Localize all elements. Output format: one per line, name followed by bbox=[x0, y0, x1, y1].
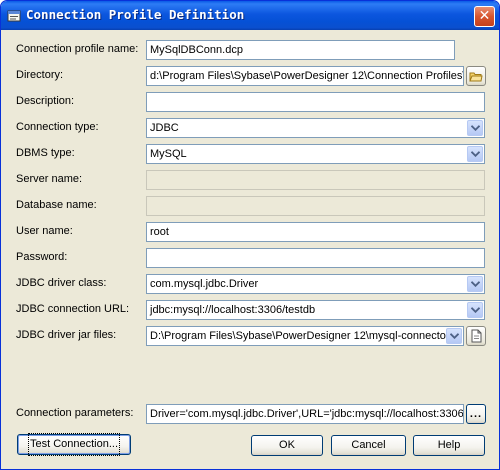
connection-profile-dialog: Connection Profile Definition ✕ Connecti… bbox=[0, 0, 500, 470]
user-name-input[interactable]: root bbox=[146, 222, 485, 242]
ok-label: OK bbox=[279, 439, 295, 451]
help-label: Help bbox=[437, 439, 461, 451]
jdbc-connection-url-select[interactable]: jdbc:mysql://localhost:3306/testdb bbox=[146, 300, 485, 320]
server-name-label: Server name: bbox=[16, 173, 83, 185]
jdbc-driver-jar-files-dropdown-button[interactable] bbox=[446, 328, 462, 344]
jdbc-driver-class-label: JDBC driver class: bbox=[16, 277, 107, 289]
password-label: Password: bbox=[16, 251, 68, 263]
jdbc-connection-url-label: JDBC connection URL: bbox=[16, 303, 130, 315]
close-button[interactable]: ✕ bbox=[474, 6, 495, 27]
jdbc-driver-jar-files-value: D:\Program Files\Sybase\PowerDesigner 12… bbox=[150, 330, 454, 342]
jdbc-driver-class-value: com.mysql.jdbc.Driver bbox=[150, 278, 259, 290]
dbms-type-select[interactable]: MySQL bbox=[146, 144, 485, 164]
database-name-label: Database name: bbox=[16, 199, 97, 211]
connection-parameters-input[interactable]: Driver='com.mysql.jdbc.Driver',URL='jdbc… bbox=[146, 404, 464, 424]
description-input[interactable] bbox=[146, 92, 485, 112]
chevron-down-icon bbox=[471, 125, 480, 131]
connection-type-value: JDBC bbox=[150, 122, 179, 134]
user-name-label: User name: bbox=[16, 225, 73, 237]
help-button[interactable]: Help bbox=[413, 435, 485, 456]
profile-name-label: Connection profile name: bbox=[16, 43, 139, 55]
jdbc-driver-class-dropdown-button[interactable] bbox=[467, 276, 483, 292]
jdbc-driver-jar-files-label: JDBC driver jar files: bbox=[16, 329, 117, 341]
window-title: Connection Profile Definition bbox=[26, 7, 245, 22]
cancel-button[interactable]: Cancel bbox=[331, 435, 406, 456]
jdbc-driver-class-select[interactable]: com.mysql.jdbc.Driver bbox=[146, 274, 485, 294]
dbms-type-label: DBMS type: bbox=[16, 147, 75, 159]
dbms-type-dropdown-button[interactable] bbox=[467, 146, 483, 162]
chevron-down-icon bbox=[471, 307, 480, 313]
server-name-input bbox=[146, 170, 485, 190]
test-connection-label: Test Connection... bbox=[27, 433, 121, 456]
directory-label: Directory: bbox=[16, 69, 64, 81]
ellipsis-label: ... bbox=[469, 408, 483, 420]
connection-type-label: Connection type: bbox=[16, 121, 99, 133]
edit-jar-files-button[interactable] bbox=[466, 326, 486, 346]
connection-parameters-label: Connection parameters: bbox=[16, 407, 134, 419]
password-input[interactable] bbox=[146, 248, 485, 268]
jdbc-driver-jar-files-select[interactable]: D:\Program Files\Sybase\PowerDesigner 12… bbox=[146, 326, 464, 346]
cancel-label: Cancel bbox=[351, 439, 386, 451]
connection-profile-icon bbox=[7, 9, 21, 23]
database-name-input bbox=[146, 196, 485, 216]
description-label: Description: bbox=[16, 95, 75, 107]
profile-name-input[interactable]: MySqlDBConn.dcp bbox=[146, 40, 455, 60]
chevron-down-icon bbox=[471, 281, 480, 287]
jdbc-connection-url-value: jdbc:mysql://localhost:3306/testdb bbox=[150, 304, 316, 316]
chevron-down-icon bbox=[471, 151, 480, 157]
test-connection-button[interactable]: Test Connection... bbox=[17, 433, 131, 456]
browse-directory-button[interactable] bbox=[466, 66, 486, 86]
dbms-type-value: MySQL bbox=[150, 148, 187, 160]
directory-input[interactable]: d:\Program Files\Sybase\PowerDesigner 12… bbox=[146, 66, 464, 86]
chevron-down-icon bbox=[450, 333, 459, 339]
title-bar[interactable]: Connection Profile Definition ✕ bbox=[1, 1, 499, 30]
ok-button[interactable]: OK bbox=[251, 435, 323, 456]
edit-connection-parameters-button[interactable]: ... bbox=[466, 404, 486, 424]
connection-type-dropdown-button[interactable] bbox=[467, 120, 483, 136]
connection-type-select[interactable]: JDBC bbox=[146, 118, 485, 138]
jdbc-connection-url-dropdown-button[interactable] bbox=[467, 302, 483, 318]
close-icon: ✕ bbox=[478, 8, 491, 24]
